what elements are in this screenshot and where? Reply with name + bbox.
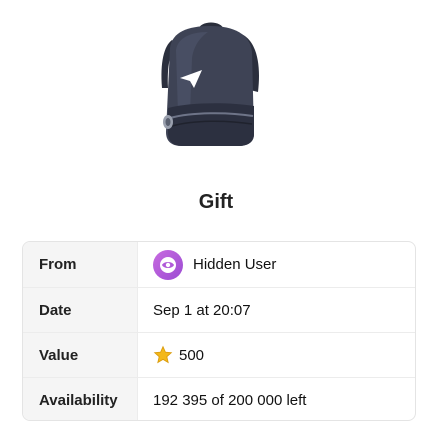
value-amount: 500 — [179, 346, 205, 364]
date-value: Sep 1 at 20:07 — [153, 301, 251, 319]
value-value: 500 — [138, 333, 415, 377]
value-label: Value — [23, 333, 138, 377]
detail-row-from: From Hidden User — [23, 242, 415, 287]
detail-row-availability: Availability 192 395 of 200 000 left — [23, 377, 415, 420]
from-user-name[interactable]: Hidden User — [193, 256, 276, 273]
backpack-icon — [161, 22, 259, 146]
availability-label: Availability — [23, 378, 138, 420]
date-label: Date — [23, 288, 138, 332]
from-label: From — [23, 242, 138, 287]
gift-card: Gift From Hidden User Date Sep 1 at 20:0… — [0, 0, 432, 436]
star-icon — [153, 345, 173, 364]
gift-title: Gift — [198, 191, 234, 213]
hidden-user-icon — [160, 256, 176, 273]
detail-row-value: Value 500 — [23, 332, 415, 377]
detail-row-date: Date Sep 1 at 20:07 — [23, 287, 415, 332]
availability-value: 192 395 of 200 000 left — [153, 391, 307, 409]
from-value[interactable]: Hidden User — [138, 242, 415, 287]
gift-details-table: From Hidden User Date Sep 1 at 20:07 Val… — [22, 241, 416, 421]
hidden-user-avatar[interactable] — [153, 249, 183, 280]
